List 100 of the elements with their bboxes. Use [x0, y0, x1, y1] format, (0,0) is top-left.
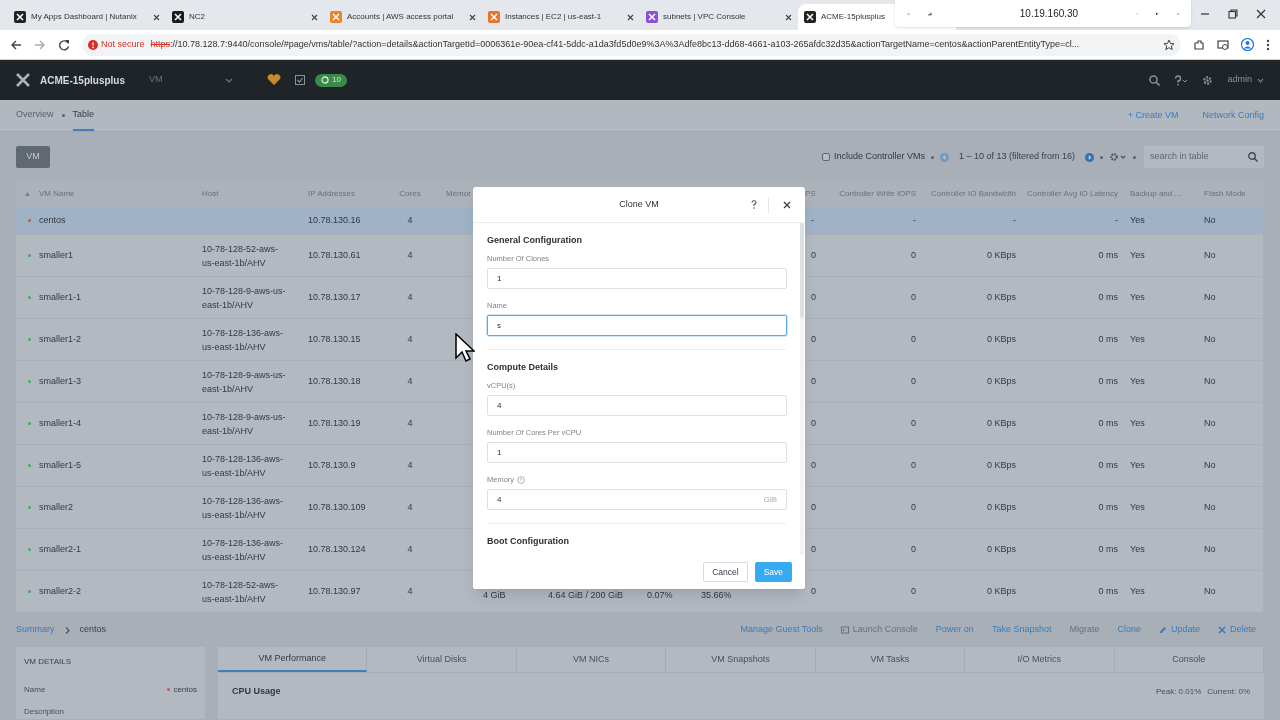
url-text: https://10.78.128.7:9440/console/#page/vms/table/?action=details&actionTargetId=0006361e-90ea-cf41-5ddc-a1da3fd5d0e9%3A%3Adfe8bc13-dd68-4661-a103-265afdc32d35&actionTargetName=centos&actionParentEntityType=cl...: [150, 37, 1080, 51]
table-cell-text: 0: [810, 374, 817, 388]
table-cell-text: No: [1203, 584, 1217, 598]
scrollbar-thumb[interactable]: [800, 223, 804, 318]
table-cell-text: smaller1-4: [39, 416, 81, 430]
search-field[interactable]: search in table: [1144, 146, 1264, 168]
table-cell-text: 4: [406, 213, 414, 227]
detail-tab[interactable]: VM Performance: [218, 647, 368, 672]
table-cell-text: No: [1203, 500, 1217, 514]
table-cell-text: 10.78.130.19: [307, 416, 362, 430]
security-warning: Not secure: [101, 37, 145, 51]
checkbox[interactable]: [821, 153, 830, 161]
detail-tab[interactable]: VM Snapshots: [666, 647, 816, 672]
section-title: Compute Details: [487, 362, 559, 373]
extensions-icon[interactable]: [1193, 38, 1205, 51]
close-tab-icon[interactable]: [627, 13, 634, 21]
table-cell-text: -: [1114, 213, 1119, 227]
bookmark-star-icon[interactable]: [1163, 38, 1175, 51]
chevron-right-icon: [64, 626, 70, 634]
action-link[interactable]: Clone: [1117, 623, 1141, 637]
search-icon: [1248, 152, 1258, 162]
pencil-icon: [1158, 626, 1167, 634]
next-page-icon[interactable]: [1085, 152, 1094, 162]
table-cell-text: 10.78.130.97: [307, 584, 362, 598]
settings-icon[interactable]: [1202, 74, 1214, 86]
reload-icon[interactable]: [58, 38, 70, 51]
action-link[interactable]: Update: [1158, 623, 1200, 637]
table-cell-text: 0: [810, 500, 817, 514]
detail-tab[interactable]: I/O Metrics: [965, 647, 1115, 672]
input-field[interactable]: 4: [487, 395, 787, 416]
caret-icon: [1257, 77, 1264, 83]
heart-icon[interactable]: [267, 74, 281, 86]
table-cell-text: smaller2-1: [39, 542, 81, 556]
table-cell-text: smaller2-2: [39, 584, 81, 598]
breadcrumb-link[interactable]: Summary: [16, 623, 55, 637]
breadcrumb-current: centos: [79, 623, 107, 637]
save-button[interactable]: Save: [754, 562, 792, 582]
table-cell-text: 4: [406, 416, 414, 430]
input-field[interactable]: 1: [487, 268, 787, 289]
table-cell-text: 0 KBps: [985, 416, 1017, 430]
table-cell-text: No: [1203, 458, 1217, 472]
table-cell-text: Yes: [1129, 416, 1146, 430]
table-cell-text: 0 ms: [1097, 416, 1119, 430]
checklist-icon[interactable]: [295, 75, 305, 85]
address-bar[interactable]: [82, 33, 1181, 56]
table-cell-text: 0: [910, 248, 917, 262]
screen-search-icon[interactable]: [1217, 38, 1229, 51]
action-link[interactable]: Take Snapshot: [991, 623, 1052, 637]
alert-count-badge[interactable]: 10: [315, 73, 347, 87]
table-cell-text: -: [810, 213, 815, 227]
profile-icon[interactable]: [1241, 38, 1254, 51]
column-header[interactable]: VM Name: [16, 187, 193, 200]
entity-dropdown[interactable]: VM: [149, 73, 233, 87]
entity-button[interactable]: VM: [16, 146, 50, 168]
table-cell-text: No: [1203, 332, 1217, 346]
search-icon[interactable]: [1149, 74, 1161, 86]
action-link[interactable]: + Create VM: [1127, 108, 1179, 123]
action-link[interactable]: Manage Guest Tools: [740, 623, 823, 637]
close-tab-icon[interactable]: [785, 13, 792, 21]
table-cell-text: No: [1203, 374, 1217, 388]
table-cell-text: 0 ms: [1097, 332, 1119, 346]
back-icon[interactable]: [10, 38, 22, 51]
detail-tab[interactable]: VM Tasks: [815, 647, 966, 672]
table-cell-text: 10.78.130.124: [307, 542, 367, 556]
menu-icon[interactable]: [1266, 38, 1270, 51]
table-cell-text: 35.66%: [701, 590, 733, 601]
input-field[interactable]: s: [487, 315, 787, 336]
action-link[interactable]: Network Config: [1202, 108, 1264, 123]
detail-tab[interactable]: VM NICs: [516, 647, 667, 672]
table-cell-text: 4: [406, 584, 414, 598]
user-menu[interactable]: admin: [1227, 73, 1264, 87]
table-cell-text: 10-78-128-136-aws-us-east-1b/AHV: [202, 452, 285, 480]
cancel-button[interactable]: Cancel: [703, 562, 748, 582]
detail-tab[interactable]: Virtual Disks: [367, 647, 517, 672]
table-cell-text: 0: [910, 332, 917, 346]
table-cell-text: smaller1: [39, 248, 73, 262]
input-field[interactable]: 4 GiB: [487, 489, 787, 510]
help-icon[interactable]: [1174, 74, 1189, 86]
column-header[interactable]: IP Addresses: [300, 187, 380, 200]
input-field[interactable]: 1: [487, 442, 787, 463]
help-icon[interactable]: [751, 200, 757, 209]
table-cell-text: centos: [39, 213, 66, 227]
detail-tab[interactable]: Console: [1114, 647, 1264, 672]
table-cell-text: No: [1203, 213, 1217, 227]
close-tab-icon[interactable]: [153, 13, 160, 21]
x-logo-icon[interactable]: [16, 73, 30, 87]
table-cell-text: 0: [810, 584, 817, 598]
close-tab-icon[interactable]: [311, 13, 318, 21]
table-cell-text: 4 GiB: [483, 590, 507, 601]
table-cell-text: No: [1203, 290, 1217, 304]
action-link[interactable]: Power on: [935, 623, 974, 637]
action-link[interactable]: Delete: [1218, 623, 1256, 637]
close-tab-icon[interactable]: [469, 13, 476, 21]
table-cell-text: 4.64 GiB / 200 GiB: [548, 590, 625, 601]
settings-icon[interactable]: [1109, 152, 1127, 162]
nav-tab[interactable]: Table: [72, 100, 95, 131]
nav-tab[interactable]: Overview: [16, 100, 54, 131]
table-cell-text: 0: [910, 416, 917, 430]
table-cell-text: 10-78-128-136-aws-us-east-1b/AHV: [202, 536, 285, 564]
table-cell-text: -: [912, 213, 917, 227]
